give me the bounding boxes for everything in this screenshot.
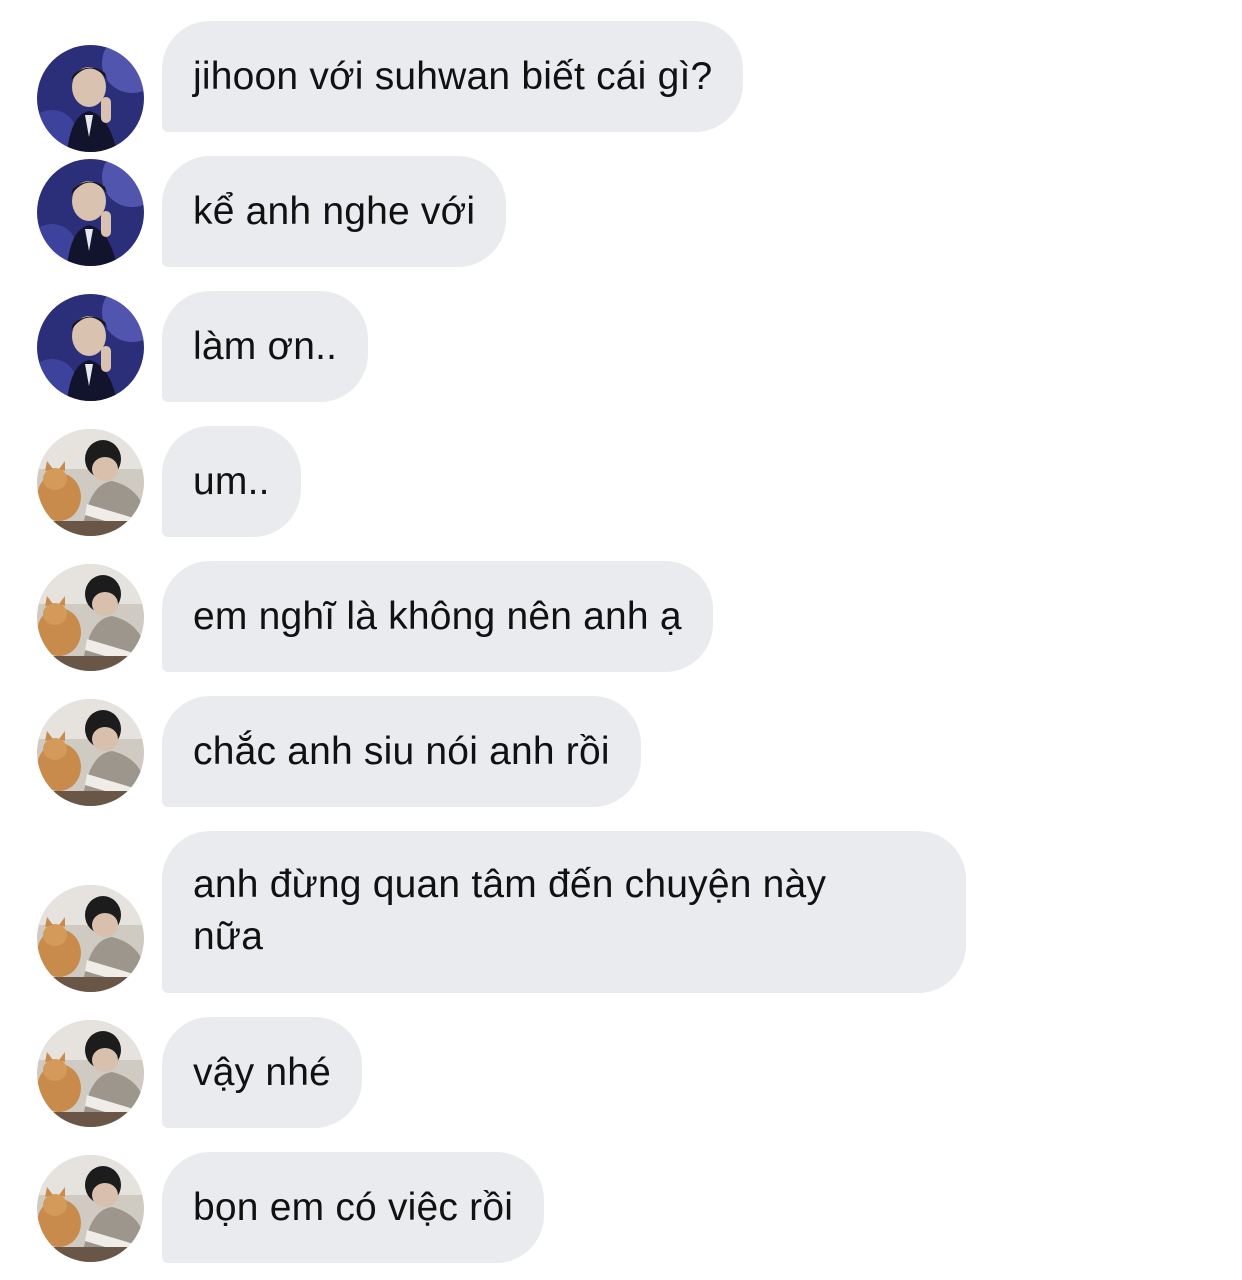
- message-bubble[interactable]: vậy nhé: [162, 1017, 362, 1128]
- message-bubble[interactable]: kể anh nghe với: [162, 156, 507, 267]
- avatar-suit-man-icon[interactable]: [37, 294, 144, 401]
- message-text: bọn em có việc rồi: [193, 1185, 514, 1229]
- message-text: anh đừng quan tâm đến chuyện này nữa: [193, 863, 827, 958]
- message-row: làm ơn..: [0, 291, 1242, 402]
- message-text: chắc anh siu nói anh rồi: [193, 729, 610, 773]
- message-row: jihoon với suhwan biết cái gì?: [0, 21, 1242, 152]
- message-row: em nghĩ là không nên anh ạ: [0, 561, 1242, 672]
- message-bubble[interactable]: anh đừng quan tâm đến chuyện này nữa: [162, 831, 966, 993]
- avatar-man-with-cat-icon[interactable]: [37, 885, 144, 992]
- message-bubble[interactable]: bọn em có việc rồi: [162, 1152, 545, 1263]
- message-bubble[interactable]: em nghĩ là không nên anh ạ: [162, 561, 713, 672]
- message-text: jihoon với suhwan biết cái gì?: [193, 54, 713, 98]
- message-text: vậy nhé: [193, 1050, 331, 1094]
- message-bubble[interactable]: chắc anh siu nói anh rồi: [162, 696, 641, 807]
- message-bubble[interactable]: um..: [162, 426, 301, 537]
- message-text: em nghĩ là không nên anh ạ: [193, 594, 682, 638]
- message-text: kể anh nghe với: [193, 189, 476, 233]
- avatar-man-with-cat-icon[interactable]: [37, 564, 144, 671]
- message-row: bọn em có việc rồi: [0, 1152, 1242, 1263]
- avatar-suit-man-icon[interactable]: [37, 45, 144, 152]
- chat-thread: jihoon với suhwan biết cái gì? kể anh ng…: [0, 0, 1242, 1280]
- message-row: kể anh nghe với: [0, 156, 1242, 267]
- avatar-man-with-cat-icon[interactable]: [37, 1020, 144, 1127]
- avatar-suit-man-icon[interactable]: [37, 159, 144, 266]
- avatar-man-with-cat-icon[interactable]: [37, 699, 144, 806]
- message-row: chắc anh siu nói anh rồi: [0, 696, 1242, 807]
- message-row: anh đừng quan tâm đến chuyện này nữa: [0, 831, 1242, 993]
- message-bubble[interactable]: jihoon với suhwan biết cái gì?: [162, 21, 744, 132]
- message-bubble[interactable]: làm ơn..: [162, 291, 369, 402]
- message-text: làm ơn..: [193, 324, 338, 368]
- message-text: um..: [193, 459, 270, 503]
- message-row: um..: [0, 426, 1242, 537]
- message-row: vậy nhé: [0, 1017, 1242, 1128]
- avatar-man-with-cat-icon[interactable]: [37, 429, 144, 536]
- avatar-man-with-cat-icon[interactable]: [37, 1155, 144, 1262]
